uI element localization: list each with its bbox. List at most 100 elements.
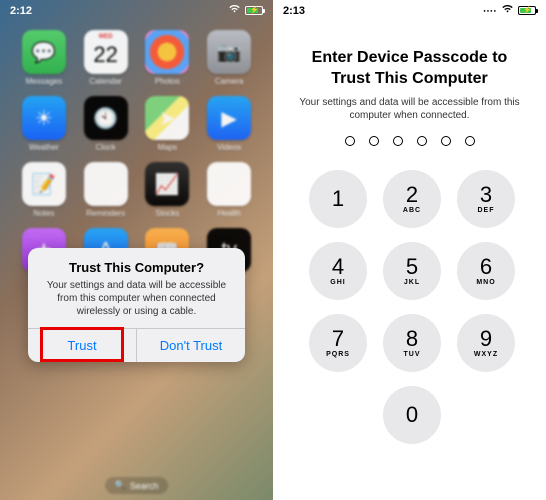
app-tile: WED22 [84, 30, 128, 74]
app-tile: 📷 [207, 30, 251, 74]
keypad-spacer [309, 386, 367, 444]
passcode-area: Enter Device Passcode to Trust This Comp… [273, 18, 546, 444]
app-tile: ➤ [145, 96, 189, 140]
keypad-key-5[interactable]: 5JKL [383, 242, 441, 300]
key-number: 3 [480, 184, 492, 206]
keypad-key-7[interactable]: 7PQRS [309, 314, 367, 372]
battery-icon [245, 6, 263, 15]
status-time: 2:12 [10, 5, 32, 17]
key-letters: DEF [478, 207, 495, 214]
status-bar: 2:12 [0, 0, 273, 18]
key-number: 9 [480, 328, 492, 350]
wifi-icon [228, 4, 241, 17]
key-number: 1 [332, 188, 344, 210]
app-label: Notes [33, 209, 54, 218]
key-letters: MNO [476, 279, 495, 286]
dialog-body: Trust This Computer? Your settings and d… [28, 248, 245, 328]
dialog-message: Your settings and data will be accessibl… [40, 279, 233, 318]
keypad: 1 2ABC 3DEF 4GHI 5JKL 6MNO 7PQRS 8TUV 9WXYZ 0 [287, 170, 532, 444]
app-tile: 💬 [22, 30, 66, 74]
app-label: Maps [158, 143, 178, 152]
app-icon-videos[interactable]: ▶ Videos [201, 96, 257, 152]
key-number: 6 [480, 256, 492, 278]
app-icon-camera[interactable]: 📷 Camera [201, 30, 257, 86]
app-icon-calendar[interactable]: WED22 Calendar [78, 30, 134, 86]
app-icon-maps[interactable]: ➤ Maps [140, 96, 196, 152]
app-tile: 📈 [145, 162, 189, 206]
key-number: 5 [406, 256, 418, 278]
key-number: 2 [406, 184, 418, 206]
search-icon: 🔍 [115, 480, 126, 491]
key-number: 0 [406, 404, 418, 426]
passcode-subtitle: Your settings and data will be accessibl… [299, 96, 520, 122]
app-label: Videos [217, 143, 241, 152]
app-icon-messages[interactable]: 💬 Messages [16, 30, 72, 86]
passcode-dot [345, 136, 355, 146]
dialog-title: Trust This Computer? [40, 260, 233, 275]
status-time: 2:13 [283, 5, 305, 17]
cellular-dots-icon: ●●●● [483, 8, 497, 13]
key-letters: PQRS [326, 351, 350, 358]
keypad-key-3[interactable]: 3DEF [457, 170, 515, 228]
home-screen-with-dialog: 2:12 💬 Messages WED22 Calendar Photos 📷 Camera… [0, 0, 273, 500]
app-label: Calendar [89, 77, 121, 86]
key-number: 7 [332, 328, 344, 350]
keypad-key-6[interactable]: 6MNO [457, 242, 515, 300]
keypad-key-2[interactable]: 2ABC [383, 170, 441, 228]
app-icon-stocks[interactable]: 📈 Stocks [140, 162, 196, 218]
app-label: Photos [155, 77, 180, 86]
key-letters: JKL [404, 279, 420, 286]
dont-trust-button[interactable]: Don't Trust [136, 329, 245, 362]
app-label: Messages [26, 77, 62, 86]
app-tile: ♥ [207, 162, 251, 206]
app-tile: 🕙 [84, 96, 128, 140]
keypad-key-9[interactable]: 9WXYZ [457, 314, 515, 372]
battery-icon [518, 6, 536, 15]
passcode-dots [287, 136, 532, 146]
search-pill[interactable]: 🔍 Search [105, 477, 169, 494]
passcode-screen: 2:13 ●●●● Enter Device Passcode to Trust… [273, 0, 546, 500]
app-label: Camera [215, 77, 243, 86]
app-label: Weather [29, 143, 59, 152]
status-right: ●●●● [483, 4, 536, 17]
app-tile: ☀ [22, 96, 66, 140]
app-label: Stocks [155, 209, 179, 218]
search-label: Search [130, 481, 159, 491]
wifi-icon [501, 4, 514, 17]
app-label: Reminders [86, 209, 125, 218]
app-icon-weather[interactable]: ☀ Weather [16, 96, 72, 152]
keypad-key-8[interactable]: 8TUV [383, 314, 441, 372]
app-tile: 📝 [22, 162, 66, 206]
status-bar: 2:13 ●●●● [273, 0, 546, 18]
app-tile [145, 30, 189, 74]
passcode-dot [465, 136, 475, 146]
key-letters: WXYZ [474, 351, 498, 358]
key-letters: GHI [330, 279, 345, 286]
passcode-dot [441, 136, 451, 146]
app-icon-health[interactable]: ♥ Health [201, 162, 257, 218]
app-grid: 💬 Messages WED22 Calendar Photos 📷 Camera ☀ Weat… [0, 18, 273, 284]
trust-dialog: Trust This Computer? Your settings and d… [28, 248, 245, 362]
key-letters: TUV [404, 351, 421, 358]
app-tile: ▶ [207, 96, 251, 140]
app-label: Clock [96, 143, 116, 152]
app-icon-reminders[interactable]: ☰ Reminders [78, 162, 134, 218]
app-icon-photos[interactable]: Photos [140, 30, 196, 86]
trust-button[interactable]: Trust [28, 329, 136, 362]
keypad-key-1[interactable]: 1 [309, 170, 367, 228]
status-right [228, 4, 263, 17]
keypad-key-0[interactable]: 0 [383, 386, 441, 444]
passcode-dot [369, 136, 379, 146]
key-number: 8 [406, 328, 418, 350]
keypad-key-4[interactable]: 4GHI [309, 242, 367, 300]
keypad-spacer [457, 386, 515, 444]
app-label: Health [218, 209, 241, 218]
app-icon-notes[interactable]: 📝 Notes [16, 162, 72, 218]
app-icon-clock[interactable]: 🕙 Clock [78, 96, 134, 152]
key-letters: ABC [403, 207, 421, 214]
app-tile: ☰ [84, 162, 128, 206]
passcode-dot [393, 136, 403, 146]
dialog-buttons: Trust Don't Trust [28, 328, 245, 362]
passcode-dot [417, 136, 427, 146]
passcode-title: Enter Device Passcode to Trust This Comp… [295, 48, 524, 90]
